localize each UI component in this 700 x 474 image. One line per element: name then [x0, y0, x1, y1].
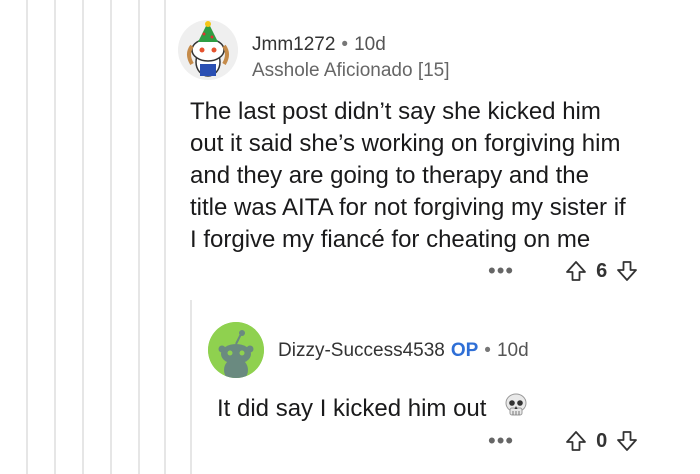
vote-score: 6 [596, 259, 608, 282]
separator-dot: • [341, 34, 349, 55]
body-line: The last post didn’t say she kicked him [190, 98, 601, 125]
thread-line-5[interactable] [138, 0, 140, 474]
user-flair: Asshole Aficionado [15] [252, 60, 450, 81]
separator-dot: • [484, 340, 491, 361]
comment-actions: ••• 0 [488, 428, 639, 454]
thread-line-child[interactable] [190, 300, 192, 474]
body-line: It did say I kicked him out [217, 394, 487, 422]
thread-line-3[interactable] [82, 0, 84, 474]
snoo-avatar-icon [208, 322, 264, 378]
comment-body: It did say I kicked him out [217, 392, 529, 427]
thread-line-2[interactable] [54, 0, 56, 474]
thread-line-1[interactable] [26, 0, 28, 474]
author-name[interactable]: Dizzy-Success4538 [278, 340, 445, 361]
snoo-avatar-icon [178, 20, 238, 80]
comment-header: Dizzy-Success4538 OP • 10d [278, 340, 529, 362]
body-line: and they are going to therapy and the [190, 162, 589, 189]
body-line: title was AITA for not forgiving my sist… [190, 194, 626, 221]
downvote-icon[interactable] [615, 259, 639, 283]
timestamp[interactable]: 10d [497, 340, 529, 361]
comment-header: Jmm1272 • 10d [252, 34, 386, 56]
vote-score: 0 [596, 429, 608, 452]
avatar[interactable] [208, 322, 264, 378]
body-line: out it said she’s working on forgiving h… [190, 130, 621, 157]
upvote-icon[interactable] [564, 259, 588, 283]
more-options-button[interactable]: ••• [488, 428, 514, 454]
more-options-button[interactable]: ••• [488, 258, 514, 284]
body-line: I forgive my fiancé for cheating on me [190, 226, 591, 253]
downvote-icon[interactable] [615, 429, 639, 453]
upvote-icon[interactable] [564, 429, 588, 453]
author-name[interactable]: Jmm1272 [252, 34, 335, 55]
thread-line-4[interactable] [110, 0, 112, 474]
timestamp[interactable]: 10d [354, 34, 386, 55]
comment-body: The last post didn’t say she kicked him … [190, 96, 626, 256]
op-badge: OP [450, 340, 479, 361]
thread-line-6[interactable] [164, 0, 166, 474]
comment-actions: ••• 6 [488, 258, 639, 284]
skull-emoji-icon [503, 392, 529, 427]
avatar[interactable] [178, 20, 238, 80]
